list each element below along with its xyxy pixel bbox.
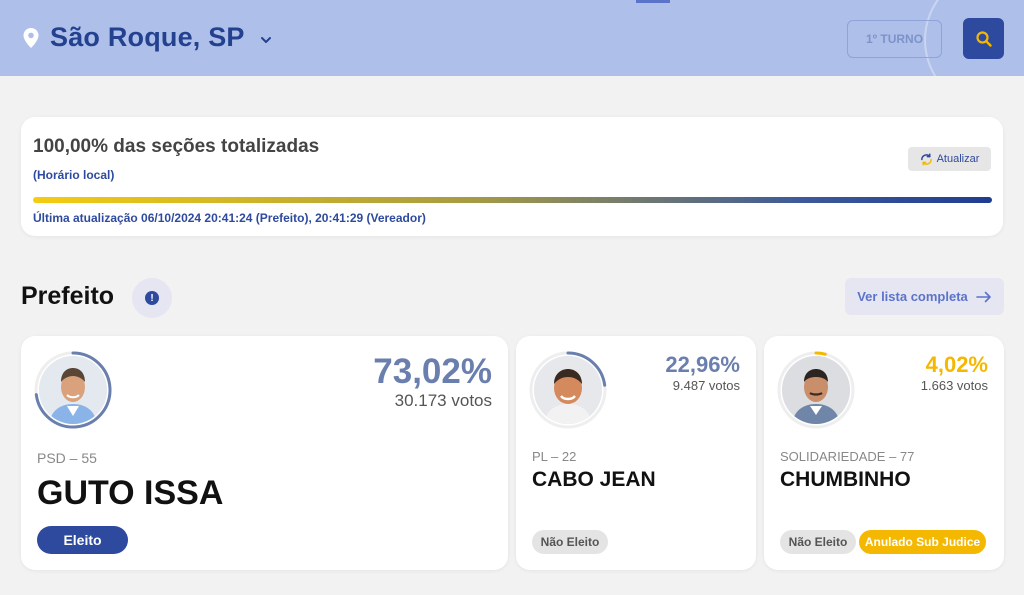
vote-percentage: 22,96%: [665, 352, 740, 377]
section-title: Prefeito: [21, 282, 115, 310]
vote-share-ring: [34, 351, 112, 429]
candidate-avatar-frame: [776, 350, 856, 430]
vote-share-ring: [529, 351, 607, 429]
vote-percentage: 4,02%: [925, 352, 988, 377]
candidate-card-3[interactable]: 4,02% 1.663 votos SOLIDARIEDADE – 77 CHU…: [764, 336, 1004, 570]
candidate-name: CHUMBINHO: [780, 468, 911, 491]
totalization-progress-bar: [33, 197, 992, 203]
local-time-note: (Horário local): [33, 168, 115, 182]
candidate-card-1[interactable]: 73,02% 30.173 votos PSD – 55 GUTO ISSA E…: [21, 336, 508, 570]
vote-count: 1.663 votos: [920, 378, 988, 393]
arrow-right-icon: [975, 291, 991, 302]
candidate-name: GUTO ISSA: [37, 474, 224, 512]
info-button[interactable]: !: [132, 278, 172, 318]
last-update-text: Última atualização 06/10/2024 20:41:24 (…: [33, 211, 426, 225]
status-badge: Não Eleito: [780, 530, 856, 554]
turno-button[interactable]: 1º TURNO: [847, 20, 942, 58]
vote-count: 9.487 votos: [672, 378, 740, 393]
progress-fill: [33, 197, 992, 203]
refresh-icon: [920, 152, 932, 166]
candidate-avatar-frame: [528, 350, 608, 430]
status-badge: Eleito: [37, 526, 128, 554]
full-list-button[interactable]: Ver lista completa: [845, 278, 1004, 315]
party-label: PSD – 55: [37, 450, 97, 466]
party-label: PL – 22: [532, 449, 577, 464]
candidate-name: CABO JEAN: [532, 468, 656, 491]
location-pin-icon: [23, 27, 39, 48]
vote-percentage: 73,02%: [373, 352, 492, 391]
header-accent-mark: [636, 0, 670, 3]
totalization-title: 100,00% das seções totalizadas: [33, 136, 320, 157]
info-icon: !: [145, 291, 159, 305]
status-badge: Não Eleito: [532, 530, 608, 554]
app-header: São Roque, SP 1º TURNO: [0, 0, 1024, 76]
search-icon: [975, 30, 992, 47]
refresh-button[interactable]: Atualizar: [908, 147, 991, 171]
location-selector[interactable]: São Roque, SP: [22, 22, 273, 53]
candidate-card-2[interactable]: 22,96% 9.487 votos PL – 22 CABO JEAN Não…: [516, 336, 756, 570]
vote-count: 30.173 votos: [394, 391, 492, 410]
chevron-down-icon: [260, 36, 271, 43]
refresh-label: Atualizar: [936, 153, 980, 165]
vote-share-ring: [777, 351, 855, 429]
party-label: SOLIDARIEDADE – 77: [780, 449, 915, 464]
sub-judice-badge: Anulado Sub Judice: [859, 530, 986, 554]
full-list-label: Ver lista completa: [857, 289, 968, 304]
search-button[interactable]: [963, 18, 1004, 59]
totalization-status-card: 100,00% das seções totalizadas (Horário …: [21, 117, 1003, 236]
city-name: São Roque, SP: [50, 22, 245, 52]
candidate-avatar-frame: [33, 350, 113, 430]
